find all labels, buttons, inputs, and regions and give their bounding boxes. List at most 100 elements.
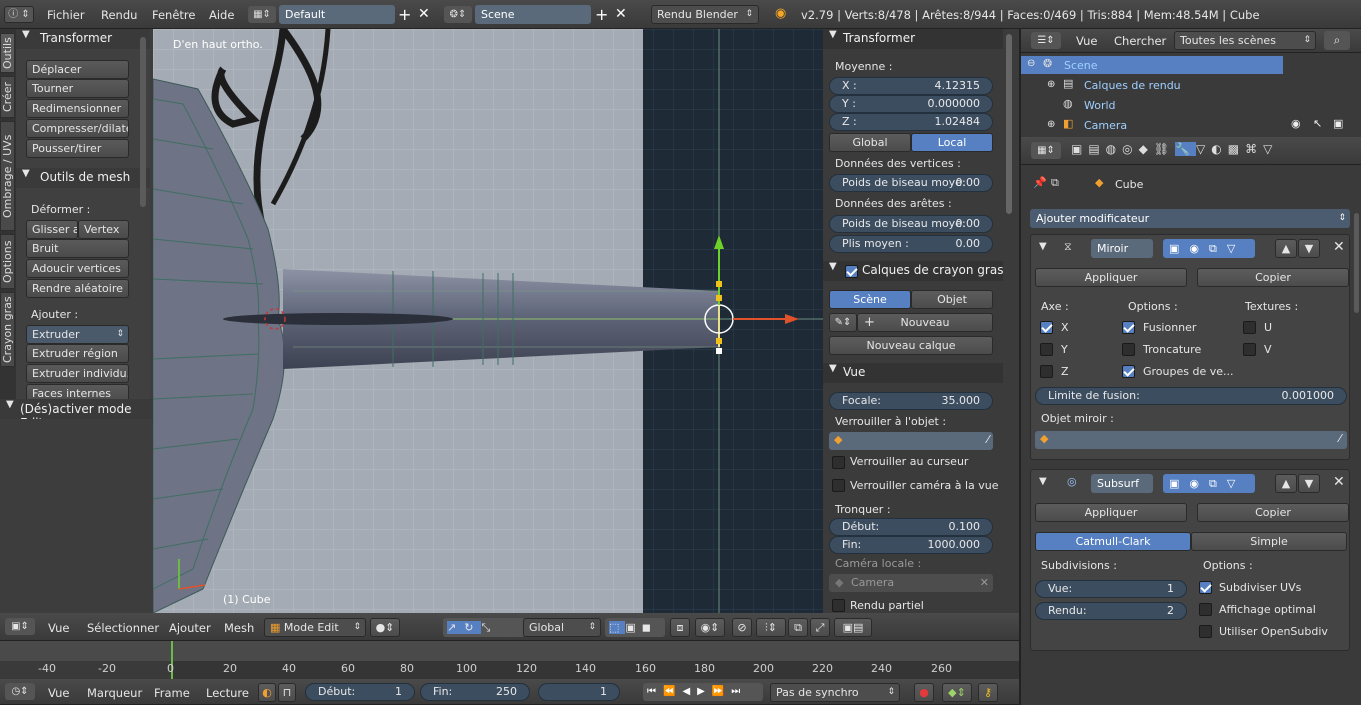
add-scene-icon[interactable]: + bbox=[595, 5, 611, 24]
timeline-marker-menu[interactable]: Marqueur bbox=[87, 686, 142, 700]
outliner-filter-select[interactable]: Toutes les scènes ⇕ bbox=[1174, 31, 1316, 50]
collapse-icon[interactable]: ▼ bbox=[1039, 476, 1047, 487]
render-engine-select[interactable]: Rendu Blender ⇕ bbox=[651, 5, 759, 24]
local-camera-field[interactable]: ◆ Camera ✕ bbox=[829, 574, 993, 592]
gp-new-button[interactable]: + Nouveau bbox=[857, 313, 993, 332]
n-transform-header[interactable]: ▼ Transformer bbox=[823, 29, 1003, 49]
expand-icon[interactable]: ⊕ bbox=[1047, 119, 1055, 130]
render-icon[interactable]: ▣ bbox=[1333, 117, 1343, 130]
current-frame-field[interactable]: 1 bbox=[538, 683, 620, 701]
edge-bevel-field[interactable]: Poids de biseau moye: 0.00 bbox=[829, 215, 993, 233]
clip-start-field[interactable]: Début: 0.100 bbox=[829, 518, 993, 536]
outliner-item-scene[interactable]: Scene bbox=[1064, 59, 1098, 72]
view3d-add-menu[interactable]: Ajouter bbox=[169, 621, 211, 635]
properties-context-tabs[interactable]: ▣▤◍◎◆⛓🔧▽◐▩⌘▽ bbox=[1071, 142, 1315, 160]
record-icon[interactable]: ● bbox=[914, 683, 934, 702]
axis-z-checkbox[interactable] bbox=[1040, 365, 1053, 378]
slide-button[interactable]: Glisser a bbox=[26, 220, 78, 239]
texture-u-checkbox[interactable] bbox=[1243, 321, 1256, 334]
z-field[interactable]: Z : 1.02484 bbox=[829, 113, 993, 131]
extrude-select[interactable]: Extruder ⇕ bbox=[26, 325, 129, 344]
cursor-icon[interactable]: ↖ bbox=[1313, 117, 1322, 130]
shading-select[interactable]: ●⇕ bbox=[370, 618, 400, 637]
end-frame-field[interactable]: Fin: 250 bbox=[420, 683, 530, 701]
clear-icon[interactable]: ✕ bbox=[980, 574, 989, 591]
toggle-edit-panel[interactable]: ▼(Dés)activer mode Edit bbox=[0, 399, 153, 430]
add-modifier-select[interactable]: Ajouter modificateur ⇕ bbox=[1030, 209, 1350, 228]
outliner-item-render-layers[interactable]: Calques de rendu bbox=[1084, 79, 1181, 92]
optimal-display-checkbox[interactable] bbox=[1199, 603, 1212, 616]
extrude-region-button[interactable]: Extruder région bbox=[26, 344, 129, 363]
lock-cursor-checkbox[interactable] bbox=[832, 456, 845, 469]
properties-scrollbar[interactable] bbox=[1354, 213, 1359, 313]
view3d-mesh-menu[interactable]: Mesh bbox=[224, 621, 254, 635]
occlude-geometry-icon[interactable]: ⧈ bbox=[670, 618, 690, 637]
view-panel-header[interactable]: ▼ Vue bbox=[823, 363, 1003, 383]
scene-icon[interactable]: ❂⇕ bbox=[444, 6, 472, 23]
clip-end-field[interactable]: Fin: 1000.000 bbox=[829, 536, 993, 554]
tab-create[interactable]: Créer bbox=[0, 76, 15, 118]
select-mode-toggles[interactable]: ⬚▣◼ bbox=[605, 618, 665, 637]
randomize-button[interactable]: Rendre aléatoire bbox=[26, 279, 129, 298]
timeline-view-menu[interactable]: Vue bbox=[48, 686, 69, 700]
axis-x-checkbox[interactable] bbox=[1040, 321, 1053, 334]
menu-file[interactable]: Fichier bbox=[47, 8, 85, 22]
eye-icon[interactable]: ◉ bbox=[1291, 117, 1301, 130]
pivot-select[interactable]: ◉⇕ bbox=[695, 618, 725, 637]
translate-button[interactable]: Déplacer bbox=[26, 60, 129, 79]
layout-field[interactable]: Default bbox=[279, 5, 395, 24]
local-toggle[interactable]: Local bbox=[911, 133, 993, 152]
crease-field[interactable]: Plis moyen : 0.00 bbox=[829, 235, 993, 253]
sync-select[interactable]: Pas de synchro ⇕ bbox=[770, 683, 900, 702]
close-scene-icon[interactable]: ✕ bbox=[615, 5, 631, 24]
collapse-icon[interactable]: ▼ bbox=[1039, 241, 1047, 252]
inset-faces-button[interactable]: Faces internes bbox=[26, 384, 129, 399]
vertex-groups-checkbox[interactable] bbox=[1122, 365, 1135, 378]
pin-icon[interactable]: 📌 bbox=[1033, 176, 1047, 189]
grease-pencil-checkbox[interactable] bbox=[845, 265, 858, 278]
timeline[interactable]: -40 -20 0 20 40 60 80 100 120 140 160 18… bbox=[0, 641, 1019, 679]
subsurf-render-field[interactable]: Rendu: 2 bbox=[1035, 602, 1187, 620]
mirror-edit-icon[interactable]: ⫶⇕ bbox=[756, 618, 786, 637]
subsurf-copy-button[interactable]: Copier bbox=[1197, 503, 1349, 522]
expand-icon[interactable]: ⊕ bbox=[1047, 79, 1055, 90]
lock-icon[interactable]: ⊓ bbox=[278, 683, 296, 702]
playback-controls[interactable]: ⏮⏪◀▶⏩⏭ bbox=[643, 683, 763, 701]
push-pull-button[interactable]: Pousser/tirer bbox=[26, 139, 129, 158]
gp-new-layer-button[interactable]: Nouveau calque bbox=[829, 336, 993, 355]
menu-window[interactable]: Fenêtre bbox=[152, 8, 195, 22]
editor-type-icon[interactable]: ⓘ ⇕ bbox=[4, 6, 34, 23]
noise-button[interactable]: Bruit bbox=[26, 239, 129, 258]
shrink-fatten-button[interactable]: Compresser/dilater bbox=[26, 119, 129, 138]
mirror-apply-button[interactable]: Appliquer bbox=[1035, 268, 1187, 287]
timeline-editor-icon[interactable]: ◷⇕ bbox=[5, 683, 35, 700]
keying-set-icon[interactable]: ◆⇕ bbox=[942, 683, 972, 702]
view3d-view-menu[interactable]: Vue bbox=[48, 621, 69, 635]
mirror-object-field[interactable]: ◆ ⁄ bbox=[1035, 431, 1347, 449]
global-toggle[interactable]: Global bbox=[829, 133, 911, 152]
snap-target-icon[interactable]: ⤢ bbox=[810, 618, 830, 637]
vertex-bevel-field[interactable]: Poids de biseau moye: 0.00 bbox=[829, 174, 993, 192]
properties-editor-icon[interactable]: ▦⇕ bbox=[1031, 142, 1061, 159]
mode-select[interactable]: ▦ Mode Edit ⇕ bbox=[264, 618, 366, 637]
rotate-button[interactable]: Tourner bbox=[26, 79, 129, 98]
keyframe-options-icon[interactable]: ⚷ bbox=[978, 683, 998, 702]
add-layout-icon[interactable]: + bbox=[398, 5, 414, 24]
outliner-item-camera[interactable]: Camera bbox=[1084, 119, 1127, 132]
proportional-edit-icon[interactable]: ⊘ bbox=[732, 618, 752, 637]
tab-shading[interactable]: Ombrage / UVs bbox=[0, 121, 15, 231]
snap-icon[interactable]: ⧉ bbox=[788, 618, 808, 637]
lock-camera-checkbox[interactable] bbox=[832, 479, 845, 492]
eyedropper-icon[interactable]: ⁄ bbox=[987, 433, 989, 446]
mirror-copy-button[interactable]: Copier bbox=[1197, 268, 1349, 287]
start-frame-field[interactable]: Début: 1 bbox=[305, 683, 415, 701]
viewport-3d[interactable]: D'en haut ortho. (1) Cube bbox=[153, 29, 823, 613]
lock-object-field[interactable]: ◆ ⁄ bbox=[829, 432, 993, 450]
move-down-icon[interactable]: ▼ bbox=[1298, 239, 1320, 258]
outliner-item-world[interactable]: World bbox=[1084, 99, 1116, 112]
merge-checkbox[interactable] bbox=[1122, 321, 1135, 334]
simple-toggle[interactable]: Simple bbox=[1191, 532, 1347, 551]
tab-grease-pencil[interactable]: Crayon gras bbox=[0, 292, 15, 367]
subsurf-name-field[interactable]: Subsurf bbox=[1091, 474, 1153, 493]
eyedropper-icon[interactable]: ⁄ bbox=[1339, 432, 1341, 445]
